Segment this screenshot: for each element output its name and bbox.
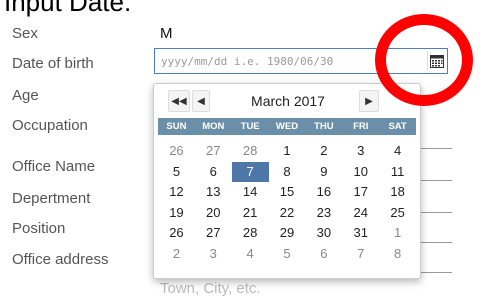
- calendar-day[interactable]: 1: [269, 141, 306, 162]
- calendar-week: 2345678: [158, 244, 416, 265]
- calendar-day-outside-month[interactable]: 28: [232, 141, 269, 162]
- office-name-field-line[interactable]: [420, 180, 452, 181]
- calendar-day-outside-month[interactable]: 2: [158, 244, 195, 265]
- calendar-day[interactable]: 15: [269, 182, 306, 203]
- prev-month-button[interactable]: ◀: [192, 90, 210, 112]
- department-field-line[interactable]: [420, 212, 452, 213]
- calendar-day[interactable]: 21: [232, 203, 269, 224]
- calendar-day[interactable]: 14: [232, 182, 269, 203]
- calendar-day[interactable]: 25: [379, 203, 416, 224]
- calendar-day-outside-month[interactable]: 7: [342, 244, 379, 265]
- date-of-birth-field: [154, 48, 448, 74]
- calendar-button[interactable]: [427, 51, 446, 71]
- calendar-day-outside-month[interactable]: 4: [232, 244, 269, 265]
- date-of-birth-label: Date of birth: [12, 55, 94, 72]
- calendar-day-outside-month[interactable]: 6: [305, 244, 342, 265]
- calendar-day[interactable]: 26: [158, 223, 195, 244]
- calendar-day[interactable]: 4: [379, 141, 416, 162]
- calendar-day-outside-month[interactable]: 27: [195, 141, 232, 162]
- calendar-day[interactable]: 13: [195, 182, 232, 203]
- calendar-day-outside-month[interactable]: 1: [379, 223, 416, 244]
- calendar-week: 19 20 21 22 23 24 25: [158, 203, 416, 224]
- occupation-label: Occupation: [12, 117, 88, 134]
- calendar-day-outside-month[interactable]: 8: [379, 244, 416, 265]
- sex-label: Sex: [12, 25, 38, 42]
- calendar-day[interactable]: 31: [342, 223, 379, 244]
- calendar-day[interactable]: 3: [342, 141, 379, 162]
- calendar-day[interactable]: 18: [379, 182, 416, 203]
- calendar-day[interactable]: 27: [195, 223, 232, 244]
- calendar-day[interactable]: 9: [305, 162, 342, 183]
- calendar-day[interactable]: 5: [158, 162, 195, 183]
- calendar-day[interactable]: 29: [269, 223, 306, 244]
- occupation-field-line[interactable]: [420, 148, 452, 149]
- office-address-label: Office address: [12, 251, 109, 268]
- calendar-icon: [430, 54, 444, 68]
- weekday-mon: MON: [202, 121, 225, 132]
- calendar-week: 26 27 28 29 30 31 1: [158, 223, 416, 244]
- sex-value: M: [160, 25, 173, 42]
- calendar-day[interactable]: 16: [305, 182, 342, 203]
- calendar-week: 12 13 14 15 16 17 18: [158, 182, 416, 203]
- calendar-day[interactable]: 12: [158, 182, 195, 203]
- position-field-line[interactable]: [420, 242, 452, 243]
- calendar-day[interactable]: 23: [305, 203, 342, 224]
- calendar-day[interactable]: 11: [379, 162, 416, 183]
- calendar-day[interactable]: 6: [195, 162, 232, 183]
- calendar-day[interactable]: 17: [342, 182, 379, 203]
- department-label: Depertment: [12, 190, 91, 207]
- weekday-wed: WED: [275, 121, 299, 132]
- age-label: Age: [12, 87, 39, 104]
- calendar-day[interactable]: 10: [342, 162, 379, 183]
- calendar-day-outside-month[interactable]: 26: [158, 141, 195, 162]
- calendar-week: 26 27 28 1 2 3 4: [158, 141, 416, 162]
- calendar-day[interactable]: 19: [158, 203, 195, 224]
- position-label: Position: [12, 220, 66, 237]
- weekday-header: SUN MON TUE WED THU FRI SAT: [158, 118, 416, 135]
- weekday-tue: TUE: [240, 121, 260, 132]
- calendar-day[interactable]: 20: [195, 203, 232, 224]
- datepicker-header: ◀◀ ◀ March 2017 ▶: [154, 90, 420, 116]
- datepicker-popup: ◀◀ ◀ March 2017 ▶ SUN MON TUE WED THU FRI SAT …: [153, 83, 421, 279]
- weekday-fri: FRI: [353, 121, 369, 132]
- calendar-day-outside-month[interactable]: 5: [269, 244, 306, 265]
- calendar-day[interactable]: 24: [342, 203, 379, 224]
- address-placeholder: Town, City, etc.: [160, 280, 261, 297]
- calendar-day[interactable]: 30: [305, 223, 342, 244]
- weekday-thu: THU: [314, 121, 334, 132]
- calendar-day[interactable]: 7: [231, 161, 269, 182]
- page-heading: Input Date.: [4, 0, 132, 17]
- date-of-birth-input[interactable]: [155, 49, 423, 73]
- weekday-sun: SUN: [166, 121, 187, 132]
- office-name-label: Office Name: [12, 158, 96, 175]
- weekday-sat: SAT: [388, 121, 407, 132]
- day-grid: 26 27 28 1 2 3 4 5 6 7 8 9 10 11 12 13 14 15 16 17 18 19 20 21 2…: [158, 141, 416, 264]
- month-title: March 2017: [251, 93, 325, 109]
- calendar-day[interactable]: 8: [269, 162, 306, 183]
- next-month-button[interactable]: ▶: [359, 90, 379, 112]
- prev-year-button[interactable]: ◀◀: [168, 90, 190, 112]
- office-address-field-line[interactable]: [420, 272, 452, 273]
- calendar-day[interactable]: 2: [305, 141, 342, 162]
- calendar-day[interactable]: 28: [232, 223, 269, 244]
- calendar-day-outside-month[interactable]: 3: [195, 244, 232, 265]
- calendar-day[interactable]: 22: [269, 203, 306, 224]
- calendar-week: 5 6 7 8 9 10 11: [158, 161, 416, 183]
